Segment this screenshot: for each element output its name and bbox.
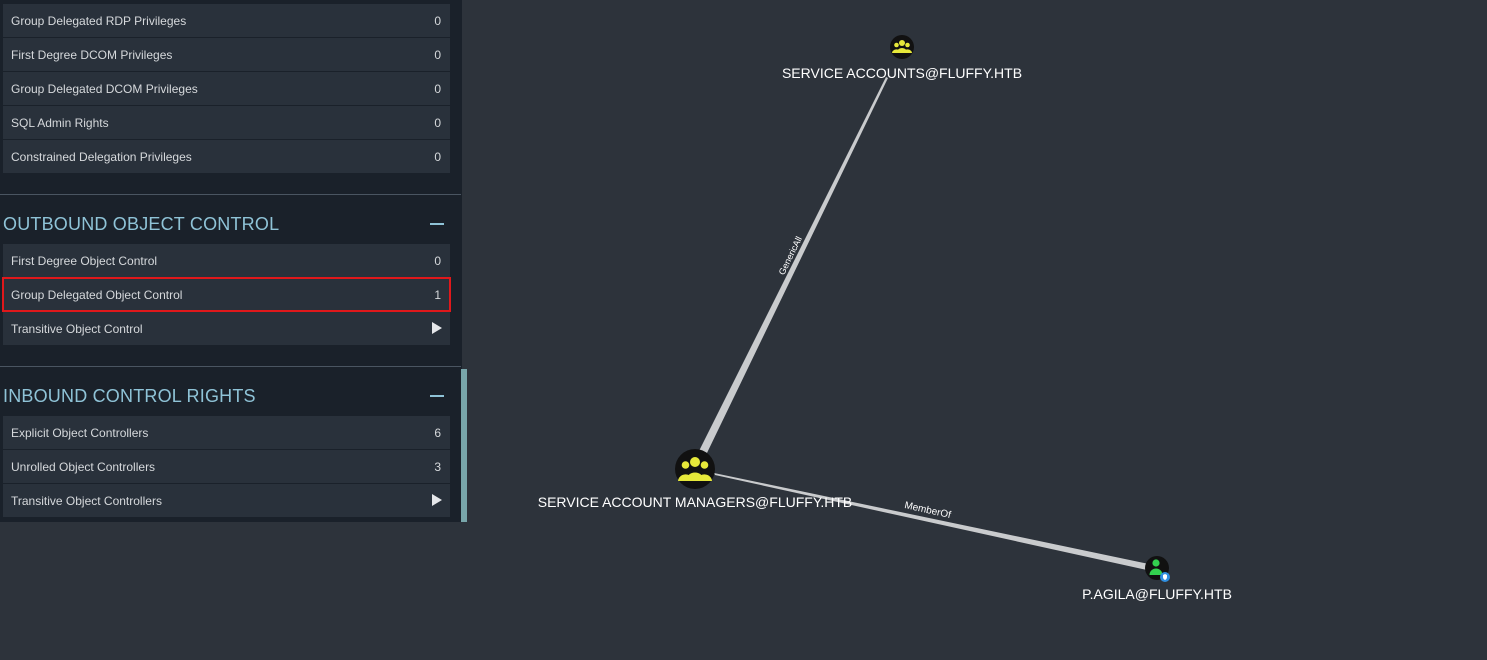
row-first-degree-dcom-privileges[interactable]: First Degree DCOM Privileges 0 [3, 38, 450, 71]
group-icon [678, 457, 712, 481]
row-count: 0 [434, 116, 441, 130]
row-count: 3 [434, 460, 441, 474]
node-p-agila[interactable] [1145, 556, 1170, 582]
shield-badge-icon [1160, 572, 1170, 582]
panel-scrollbar[interactable] [461, 369, 467, 522]
row-constrained-delegation-privileges[interactable]: Constrained Delegation Privileges 0 [3, 140, 450, 173]
row-label: Group Delegated RDP Privileges [11, 14, 187, 28]
section-divider [0, 194, 461, 195]
row-label: Transitive Object Control [11, 322, 143, 336]
user-icon [1149, 559, 1163, 575]
section-divider [0, 366, 461, 367]
node-label-p-agila: P.AGILA@FLUFFY.HTB [1082, 586, 1232, 602]
row-label: First Degree DCOM Privileges [11, 48, 173, 62]
row-group-delegated-rdp-privileges[interactable]: Group Delegated RDP Privileges 0 [3, 4, 450, 37]
row-transitive-object-control[interactable]: Transitive Object Control [3, 312, 450, 345]
row-transitive-object-controllers[interactable]: Transitive Object Controllers [3, 484, 450, 517]
node-service-accounts[interactable] [890, 35, 914, 59]
edge-label-memberof: MemberOf [903, 500, 952, 521]
section-title-inbound-control-rights[interactable]: INBOUND CONTROL RIGHTS [3, 386, 256, 407]
edge-genericall[interactable] [699, 77, 888, 455]
row-unrolled-object-controllers[interactable]: Unrolled Object Controllers 3 [3, 450, 450, 483]
row-label: SQL Admin Rights [11, 116, 109, 130]
node-service-account-managers[interactable] [675, 449, 715, 489]
row-label: Transitive Object Controllers [11, 494, 162, 508]
row-count: 0 [434, 48, 441, 62]
edge-memberof[interactable] [714, 473, 1149, 570]
row-label: Group Delegated Object Control [11, 288, 183, 302]
play-arrow-icon[interactable] [432, 322, 442, 334]
row-first-degree-object-control[interactable]: First Degree Object Control 0 [3, 244, 450, 277]
collapse-icon[interactable] [430, 395, 444, 397]
row-count: 0 [434, 254, 441, 268]
node-label-service-account-managers: SERVICE ACCOUNT MANAGERS@FLUFFY.HTB [537, 494, 853, 510]
collapse-icon[interactable] [430, 223, 444, 225]
row-count: 6 [434, 426, 441, 440]
row-label: Explicit Object Controllers [11, 426, 149, 440]
row-label: Constrained Delegation Privileges [11, 150, 192, 164]
row-count: 0 [434, 14, 441, 28]
row-count: 0 [434, 82, 441, 96]
row-label: First Degree Object Control [11, 254, 158, 268]
node-label-service-accounts: SERVICE ACCOUNTS@FLUFFY.HTB [781, 65, 1023, 81]
row-sql-admin-rights[interactable]: SQL Admin Rights 0 [3, 106, 450, 139]
node-info-panel: Group Delegated RDP Privileges 0 First D… [0, 0, 462, 522]
row-group-delegated-object-control[interactable]: Group Delegated Object Control 1 [2, 277, 451, 312]
section-title-outbound-object-control[interactable]: OUTBOUND OBJECT CONTROL [3, 214, 279, 235]
row-group-delegated-dcom-privileges[interactable]: Group Delegated DCOM Privileges 0 [3, 72, 450, 105]
edge-label-genericall: GenericAll [777, 235, 804, 277]
row-label: Group Delegated DCOM Privileges [11, 82, 198, 96]
row-count: 1 [434, 288, 441, 302]
row-label: Unrolled Object Controllers [11, 460, 156, 474]
row-count: 0 [434, 150, 441, 164]
row-explicit-object-controllers[interactable]: Explicit Object Controllers 6 [3, 416, 450, 449]
group-icon [892, 40, 912, 53]
play-arrow-icon[interactable] [432, 494, 442, 506]
